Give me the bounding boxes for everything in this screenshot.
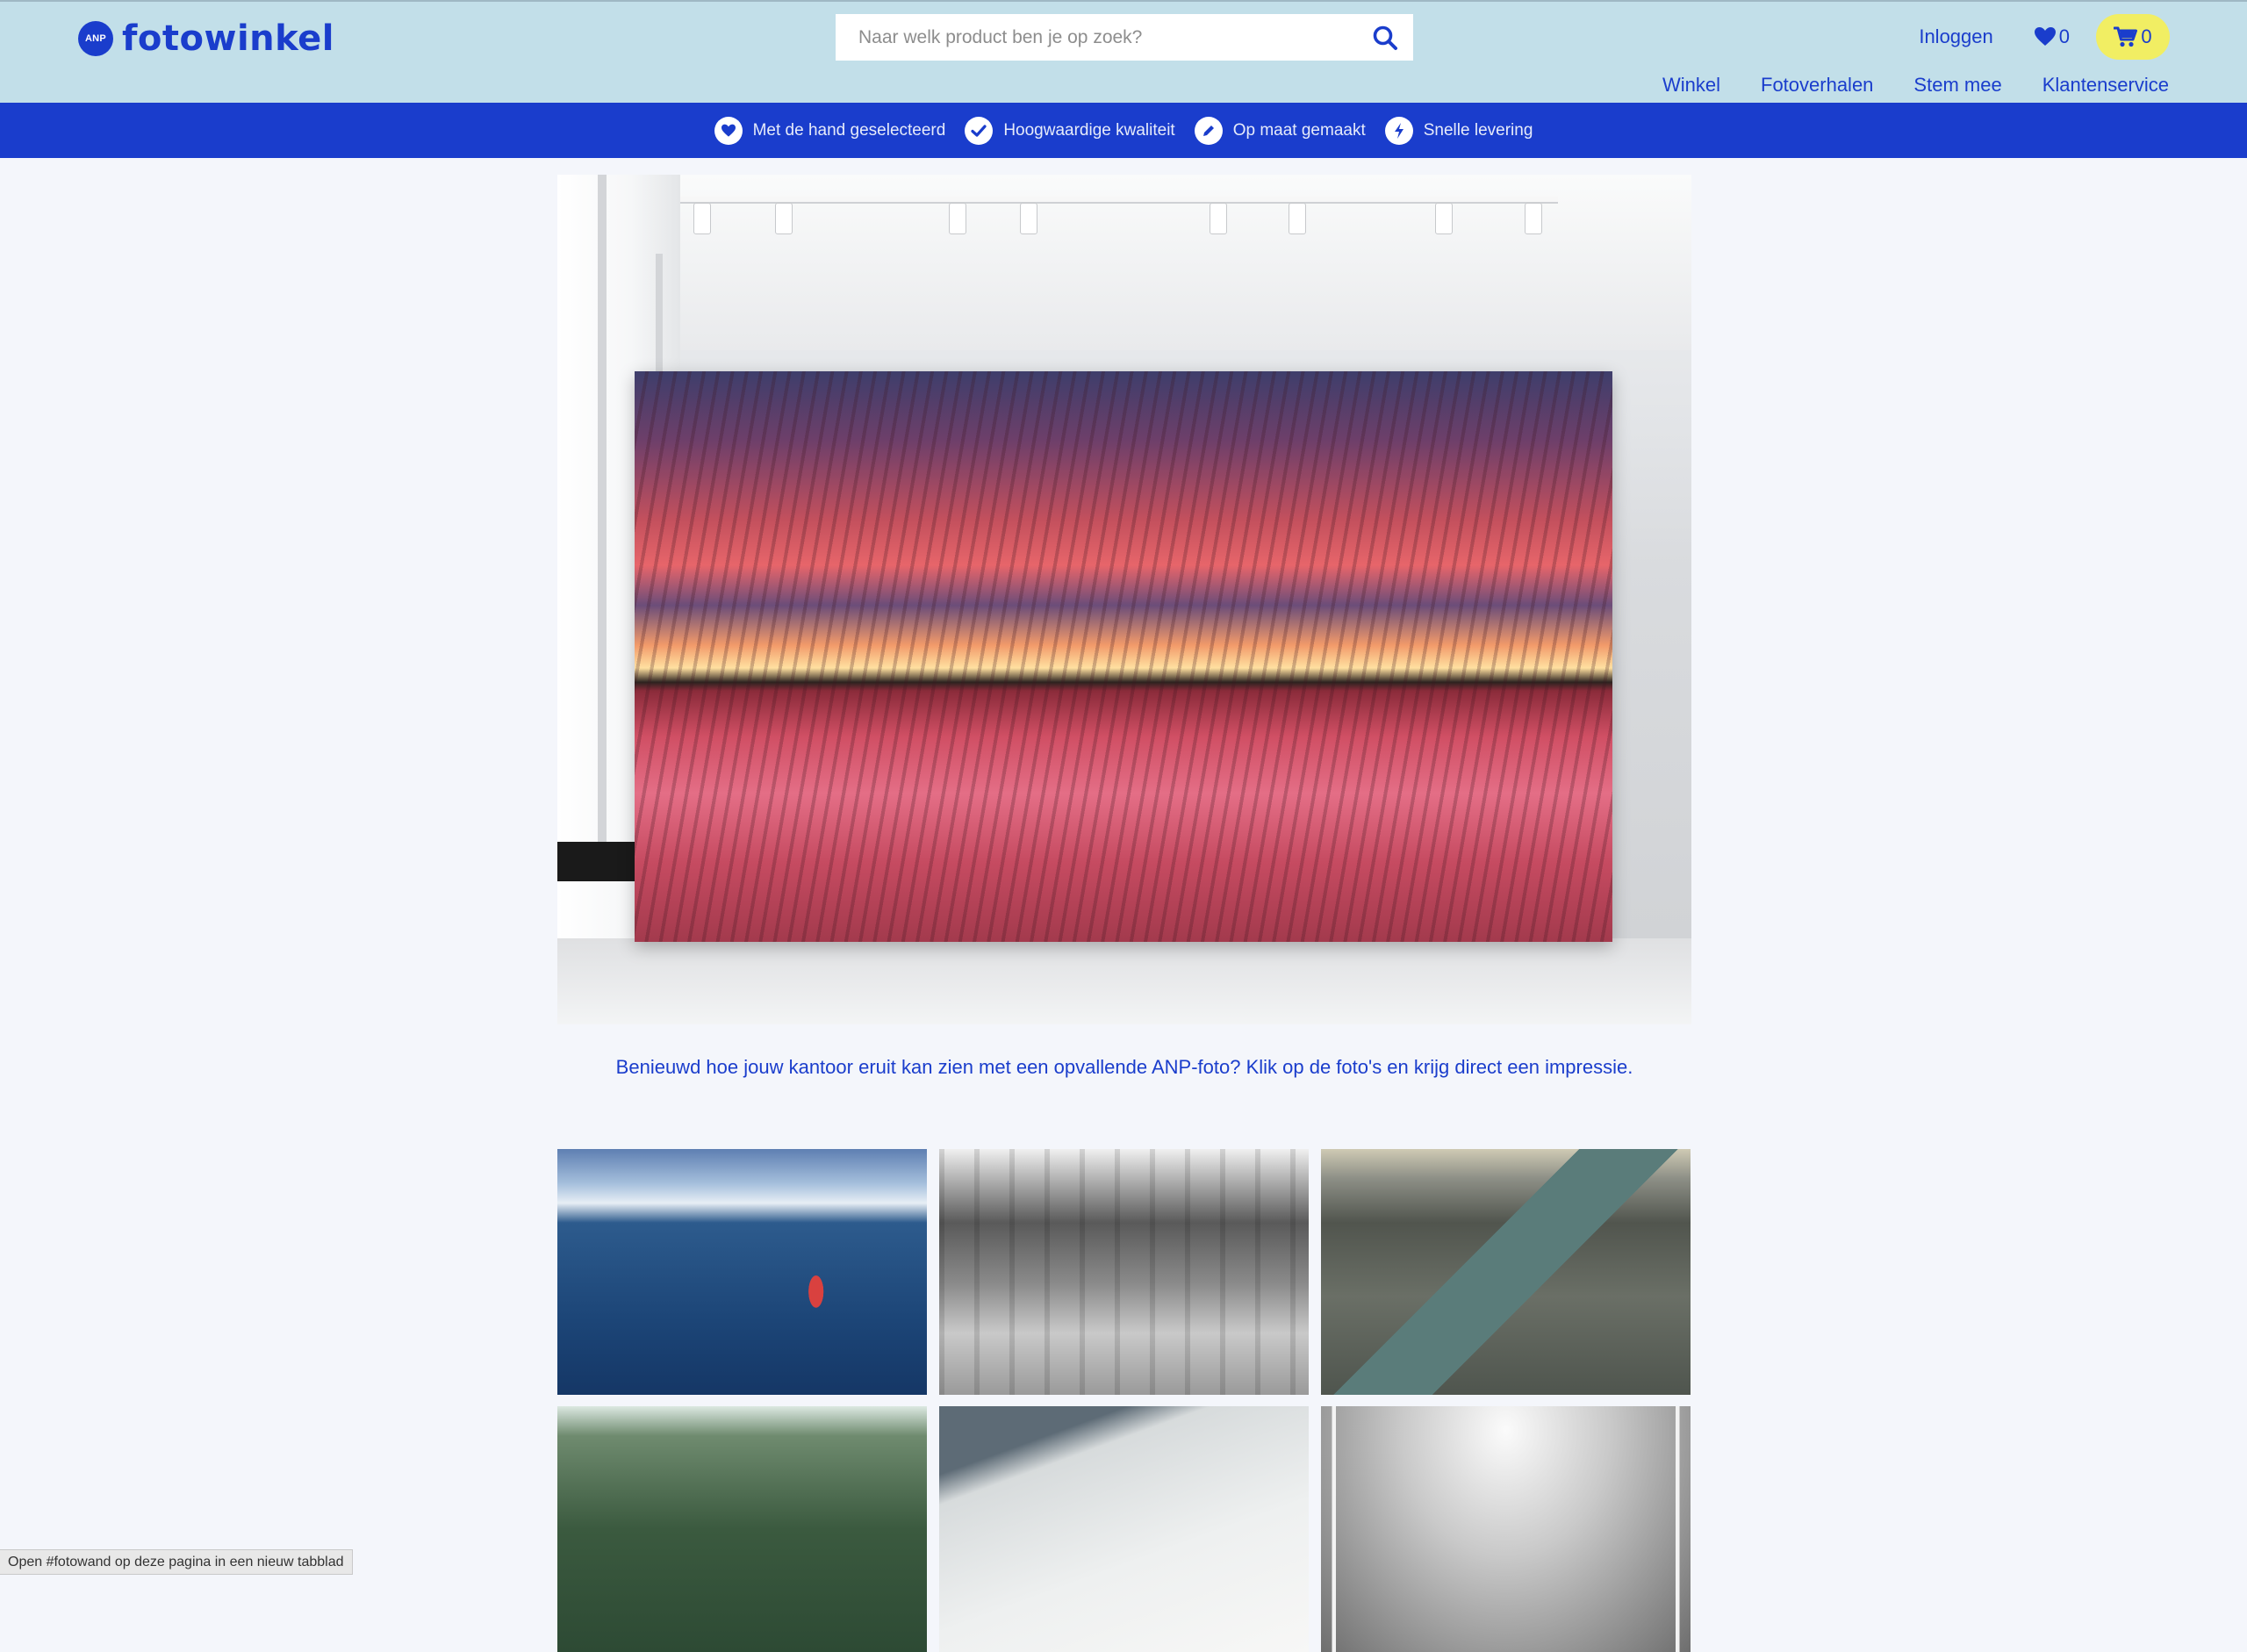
cart-count: 0	[2141, 25, 2152, 47]
favorites-button[interactable]: 0	[2034, 25, 2070, 48]
main-nav: Winkel Fotoverhalen Stem mee Klantenserv…	[1662, 74, 2169, 97]
check-icon	[965, 116, 994, 145]
usp-bar: Met de hand geselecteerd Hoogwaardige kw…	[0, 103, 2247, 158]
floor	[557, 938, 1691, 1024]
photo-thumbnail-sailboat[interactable]	[557, 1149, 927, 1395]
search-input[interactable]	[836, 14, 1357, 61]
usp-label: Hoogwaardige kwaliteit	[1003, 120, 1175, 140]
heart-icon	[714, 116, 743, 145]
photo-thumbnail-city-river[interactable]	[1321, 1149, 1691, 1395]
logo[interactable]: ANP fotowinkel	[78, 18, 334, 59]
photo-thumbnail-goal[interactable]	[1321, 1406, 1691, 1652]
logo-text: fotowinkel	[122, 18, 334, 59]
photo-thumbnail-snow[interactable]	[939, 1406, 1309, 1652]
search-bar	[836, 14, 1413, 61]
nav-winkel[interactable]: Winkel	[1662, 74, 1720, 97]
account-actions: Inloggen 0 0	[1919, 14, 2170, 60]
photo-thumbnail-street[interactable]	[939, 1149, 1309, 1395]
nav-stem-mee[interactable]: Stem mee	[1913, 74, 2001, 97]
nav-fotoverhalen[interactable]: Fotoverhalen	[1761, 74, 1873, 97]
usp-item-delivery: Snelle levering	[1384, 116, 1533, 145]
usp-item-quality: Hoogwaardige kwaliteit	[965, 116, 1175, 145]
photo-gallery	[557, 1149, 1691, 1652]
pencil-icon	[1194, 116, 1223, 145]
search-icon	[1373, 25, 1397, 50]
photo-thumbnail-green-water[interactable]	[557, 1406, 927, 1652]
light-track	[680, 197, 1558, 204]
favorites-count: 0	[2058, 25, 2070, 47]
site-header: ANP fotowinkel Inloggen 0 0	[0, 0, 2247, 103]
usp-item-custom: Op maat gemaakt	[1194, 116, 1366, 145]
usp-label: Met de hand geselecteerd	[752, 120, 946, 140]
cart-icon	[2114, 26, 2138, 47]
anp-logo-badge: ANP	[78, 21, 113, 56]
impression-caption: Benieuwd hoe jouw kantoor eruit kan zien…	[615, 1056, 1633, 1078]
browser-status-bar: Open #fotowand op deze pagina in een nie…	[0, 1549, 353, 1575]
tulip-field-photo	[635, 371, 1612, 942]
hero-office-mockup[interactable]	[557, 175, 1691, 1024]
nav-klantenservice[interactable]: Klantenservice	[2042, 74, 2169, 97]
lightning-icon	[1384, 116, 1413, 145]
usp-item-handpicked: Met de hand geselecteerd	[714, 116, 946, 145]
usp-label: Snelle levering	[1423, 120, 1533, 140]
usp-label: Op maat gemaakt	[1232, 120, 1366, 140]
heart-icon	[2034, 27, 2056, 46]
cart-button[interactable]: 0	[2096, 14, 2170, 60]
login-link[interactable]: Inloggen	[1919, 25, 1992, 48]
search-button[interactable]	[1357, 14, 1413, 61]
